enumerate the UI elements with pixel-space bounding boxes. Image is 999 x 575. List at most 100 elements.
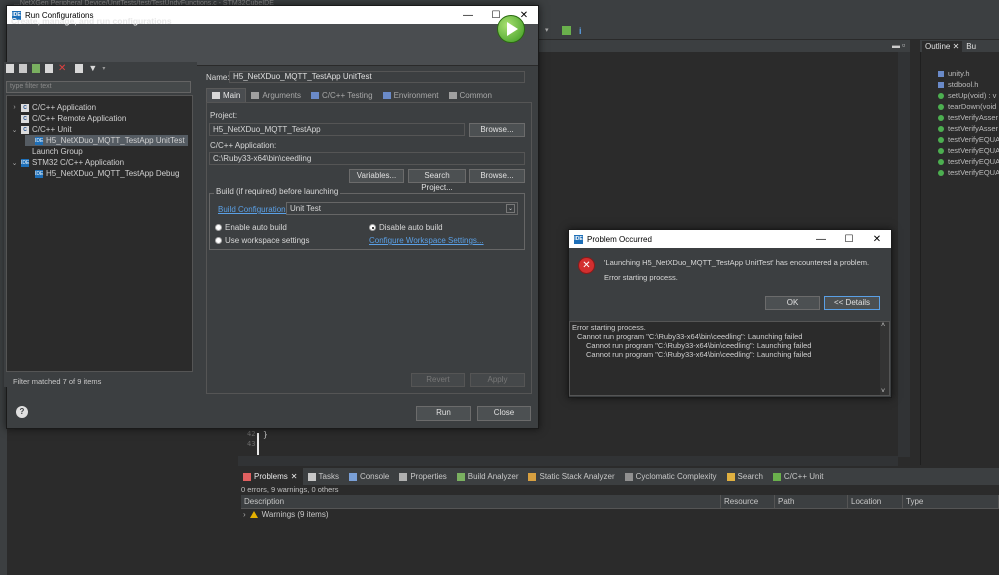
tab-common[interactable]: Common xyxy=(444,88,497,102)
configure-workspace-settings-link[interactable]: Configure Workspace Settings... xyxy=(369,236,484,245)
duplicate-icon[interactable] xyxy=(45,64,53,73)
revert-button[interactable]: Revert xyxy=(411,373,465,387)
close-icon[interactable]: ✕ xyxy=(291,472,298,481)
minimize-icon[interactable]: ▬ xyxy=(892,41,900,50)
name-label: Name: xyxy=(206,73,230,82)
maximize-icon[interactable]: ☐ xyxy=(835,230,863,248)
apply-button[interactable]: Apply xyxy=(470,373,525,387)
tab-cyclomatic-complexity[interactable]: Cyclomatic Complexity xyxy=(620,468,722,485)
name-field[interactable]: H5_NetXDuo_MQTT_TestApp UnitTest xyxy=(229,71,525,83)
outline-item[interactable]: testVerifyEQUA xyxy=(938,167,999,178)
tree-item[interactable]: C C/C++ Remote Application xyxy=(11,113,126,124)
tab-label: Cyclomatic Complexity xyxy=(635,472,717,481)
column-resource[interactable]: Resource xyxy=(721,495,775,508)
project-field[interactable]: H5_NetXDuo_MQTT_TestApp xyxy=(209,123,465,136)
project-label: Project: xyxy=(210,111,238,120)
tab-main[interactable]: Main xyxy=(206,88,247,102)
tree-item[interactable]: Launch Group xyxy=(11,146,83,157)
tree-item[interactable]: IDE H5_NetXDuo_MQTT_TestApp UnitTest xyxy=(25,135,188,146)
use-workspace-settings-radio[interactable]: Use workspace settings xyxy=(215,236,309,245)
run-button[interactable]: Run xyxy=(416,406,471,421)
tab-arguments[interactable]: Arguments xyxy=(246,88,306,102)
search-project-button[interactable]: Search Project... xyxy=(408,169,466,192)
column-type[interactable]: Type xyxy=(903,495,999,508)
tab-console[interactable]: Console xyxy=(344,468,394,485)
tab-outline[interactable]: Outline ✕ xyxy=(922,40,963,52)
tab-c-c-unit[interactable]: C/C++ Unit xyxy=(768,468,829,485)
application-field[interactable]: C:\Ruby33-x64\bin\ceedling xyxy=(209,152,525,165)
tab-environment[interactable]: Environment xyxy=(378,88,444,102)
outline-item[interactable]: testVerifyEQUA xyxy=(938,145,999,156)
outline-item[interactable]: testVerifyAsser xyxy=(938,123,999,134)
problems-table-header: Description Resource Path Location Type xyxy=(241,495,999,509)
details-scrollbar[interactable]: ˄ ˅ xyxy=(880,322,889,395)
export-icon[interactable] xyxy=(32,64,40,73)
enable-auto-build-radio[interactable]: Enable auto build xyxy=(215,223,287,232)
outline-item[interactable]: testVerifyAsser xyxy=(938,112,999,123)
table-row[interactable]: › Warnings (9 items) xyxy=(243,510,329,519)
tab-problems[interactable]: Problems ✕ xyxy=(238,468,303,485)
details-button[interactable]: << Details xyxy=(824,296,880,310)
chevron-down-icon[interactable]: ⌄ xyxy=(11,126,18,134)
filter-icon[interactable]: ▼ xyxy=(88,64,97,73)
tab-search[interactable]: Search xyxy=(722,468,768,485)
maximize-icon[interactable]: ▫ xyxy=(902,40,905,50)
tree-item[interactable]: › C C/C++ Application xyxy=(11,102,96,113)
chevron-down-icon[interactable]: ˅ xyxy=(881,388,885,395)
dialog-titlebar[interactable]: IDE Problem Occurred — ☐ ✕ xyxy=(569,230,891,248)
new-prototype-icon[interactable] xyxy=(19,64,27,73)
outline-item[interactable]: testVerifyEQUA xyxy=(938,156,999,167)
chevron-right-icon[interactable]: › xyxy=(11,104,18,111)
disable-auto-build-radio[interactable]: Disable auto build xyxy=(369,223,443,232)
outline-item[interactable]: setUp(void) : v xyxy=(938,90,999,101)
collapse-all-icon[interactable] xyxy=(75,64,84,73)
close-icon[interactable]: ✕ xyxy=(863,230,891,248)
tree-item[interactable]: IDE H5_NetXDuo_MQTT_TestApp Debug xyxy=(25,168,179,179)
radio-icon xyxy=(215,224,222,231)
minimize-icon[interactable]: — xyxy=(807,230,835,248)
config-tree[interactable]: › C C/C++ Application C C/C++ Remote Applica… xyxy=(6,95,193,372)
variables-button[interactable]: Variables... xyxy=(349,169,404,183)
close-button[interactable]: Close xyxy=(477,406,531,421)
column-location[interactable]: Location xyxy=(848,495,903,508)
delete-icon[interactable]: ✕ xyxy=(58,64,66,74)
new-config-icon[interactable] xyxy=(6,64,14,73)
editor-vertical-scrollbar[interactable] xyxy=(898,52,910,457)
close-icon[interactable]: ✕ xyxy=(953,42,960,51)
chevron-down-icon[interactable]: ▾ xyxy=(102,65,105,72)
tree-item[interactable]: ⌄ IDE STM32 C/C++ Application xyxy=(11,157,124,168)
chevron-right-icon[interactable]: › xyxy=(243,510,246,519)
filter-input[interactable]: type filter text xyxy=(6,81,191,93)
tab-build-targets[interactable]: Bu xyxy=(966,42,976,51)
column-path[interactable]: Path xyxy=(775,495,848,508)
browse-project-button[interactable]: Browse... xyxy=(469,123,525,137)
chevron-down-icon[interactable]: ⌄ xyxy=(11,159,18,167)
tab-properties[interactable]: Properties xyxy=(394,468,451,485)
tree-item[interactable]: ⌄ C C/C++ Unit xyxy=(11,124,72,135)
browse-application-button[interactable]: Browse... xyxy=(469,169,525,183)
tab-label: Tasks xyxy=(318,472,339,481)
open-perspective-icon[interactable] xyxy=(562,25,571,35)
tab-c-c-testing[interactable]: C/C++ Testing xyxy=(306,88,378,102)
chevron-down-icon[interactable]: ⌄ xyxy=(506,204,515,213)
dropdown-icon[interactable]: ▾ xyxy=(545,26,554,35)
column-description[interactable]: Description xyxy=(241,495,721,508)
chevron-up-icon[interactable]: ˄ xyxy=(881,322,885,329)
help-icon[interactable]: ? xyxy=(16,406,28,418)
tab-tasks[interactable]: Tasks xyxy=(303,468,344,485)
info-icon[interactable]: i xyxy=(579,26,588,36)
error-icon: ✕ xyxy=(578,257,595,274)
ok-button[interactable]: OK xyxy=(765,296,820,310)
tab-static-stack-analyzer[interactable]: Static Stack Analyzer xyxy=(523,468,619,485)
build-configuration-select[interactable]: Unit Test ⌄ xyxy=(286,202,518,215)
tab-build-analyzer[interactable]: Build Analyzer xyxy=(452,468,524,485)
problems-row-label: Warnings (9 items) xyxy=(261,510,329,519)
outline-item[interactable]: tearDown(void xyxy=(938,101,999,112)
outline-item[interactable]: unity.h xyxy=(938,68,999,79)
editor-horizontal-scrollbar[interactable] xyxy=(238,456,898,466)
minimize-icon[interactable]: — xyxy=(454,6,482,24)
build-configuration-link[interactable]: Build Configuration: xyxy=(218,205,288,214)
outline-item[interactable]: testVerifyEQUA xyxy=(938,134,999,145)
function-icon xyxy=(938,136,944,143)
outline-item[interactable]: stdbool.h xyxy=(938,79,999,90)
